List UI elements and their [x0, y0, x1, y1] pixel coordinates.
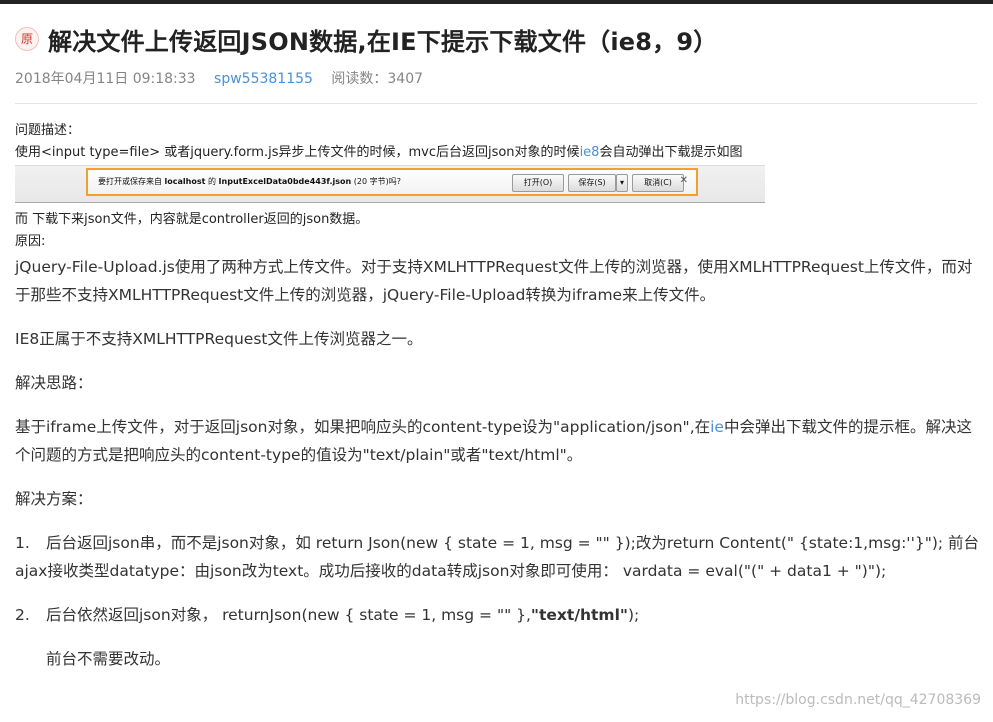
dialog-prompt-a: 要打开或保存来自: [98, 177, 165, 186]
dialog-prompt: 要打开或保存来自 localhost 的 InputExcelData0bde4…: [98, 176, 401, 187]
page-title: 解决文件上传返回JSON数据,在IE下提示下载文件（ie8，9）: [48, 28, 718, 56]
solution-item-2: 2. 后台依然返回json对象， returnJson(new { state =…: [15, 601, 980, 629]
problem-label: 问题描述：: [15, 123, 81, 138]
item-2-bold: "text/html": [530, 606, 628, 624]
watermark: https://blog.csdn.net/qq_42708369: [735, 692, 981, 708]
top-bar: [0, 0, 993, 4]
download-note: 而 下载下来json文件，内容就是controller返回的json数据。: [15, 212, 369, 227]
item-2-text-a: 后台依然返回json对象， returnJson(new { state = 1…: [46, 606, 531, 624]
cancel-button[interactable]: 取消(C): [632, 174, 684, 192]
idea-label: 解决思路：: [15, 374, 93, 392]
publish-date: 2018年04月11日 09:18:33: [15, 71, 196, 87]
problem-text-a: 使用<input type=file> 或者jquery.form.js异步上传…: [15, 145, 580, 160]
item-1-number: 1.: [15, 534, 30, 552]
original-badge: 原: [15, 27, 39, 51]
save-button[interactable]: 保存(S): [568, 174, 616, 192]
dialog-host: localhost: [164, 177, 206, 186]
open-button[interactable]: 打开(O): [512, 174, 564, 192]
problem-text: 使用<input type=file> 或者jquery.form.js异步上传…: [15, 142, 980, 164]
dialog-prompt-b: 的: [205, 177, 219, 186]
ie-link[interactable]: ie: [710, 418, 724, 436]
item-2-number: 2.: [15, 606, 30, 624]
read-count: 阅读数：3407: [331, 71, 424, 87]
article-meta: 2018年04月11日 09:18:33 spw55381155 阅读数：340…: [15, 68, 437, 88]
dialog-prompt-c: (20 字节)吗?: [351, 177, 401, 186]
author-link[interactable]: spw55381155: [214, 71, 313, 87]
reason-paragraph-1: jQuery-File-Upload.js使用了两种方式上传文件。对于支持XML…: [15, 258, 973, 304]
close-icon[interactable]: ✕: [680, 175, 688, 186]
save-dropdown-icon[interactable]: ▾: [616, 174, 628, 192]
reason-label: 原因:: [15, 234, 46, 249]
ie8-link[interactable]: ie8: [580, 145, 600, 160]
idea-paragraph: 基于iframe上传文件，对于返回json对象，如果把响应头的content-t…: [15, 413, 980, 469]
divider: [15, 103, 977, 104]
plan-label: 解决方案：: [15, 490, 93, 508]
item-2-text-b: );: [627, 606, 640, 624]
idea-text-a: 基于iframe上传文件，对于返回json对象，如果把响应头的content-t…: [15, 418, 711, 436]
item-2-note: 前台不需要改动。: [46, 650, 171, 668]
solution-item-1: 1. 后台返回json串，而不是json对象，如 return Json(new …: [15, 529, 980, 585]
article-body: 问题描述： 使用<input type=file> 或者jquery.form.…: [15, 120, 980, 673]
item-1-text: 后台返回json串，而不是json对象，如 return Json(new { …: [15, 534, 980, 580]
reason-paragraph-2: IE8正属于不支持XMLHTTPRequest文件上传浏览器之一。: [15, 330, 423, 348]
download-dialog: 要打开或保存来自 localhost 的 InputExcelData0bde4…: [86, 168, 698, 196]
download-prompt-screenshot: 要打开或保存来自 localhost 的 InputExcelData0bde4…: [15, 165, 765, 203]
dialog-filename: InputExcelData0bde443f.json: [218, 177, 352, 186]
problem-text-b: 会自动弹出下载提示如图: [599, 145, 743, 160]
